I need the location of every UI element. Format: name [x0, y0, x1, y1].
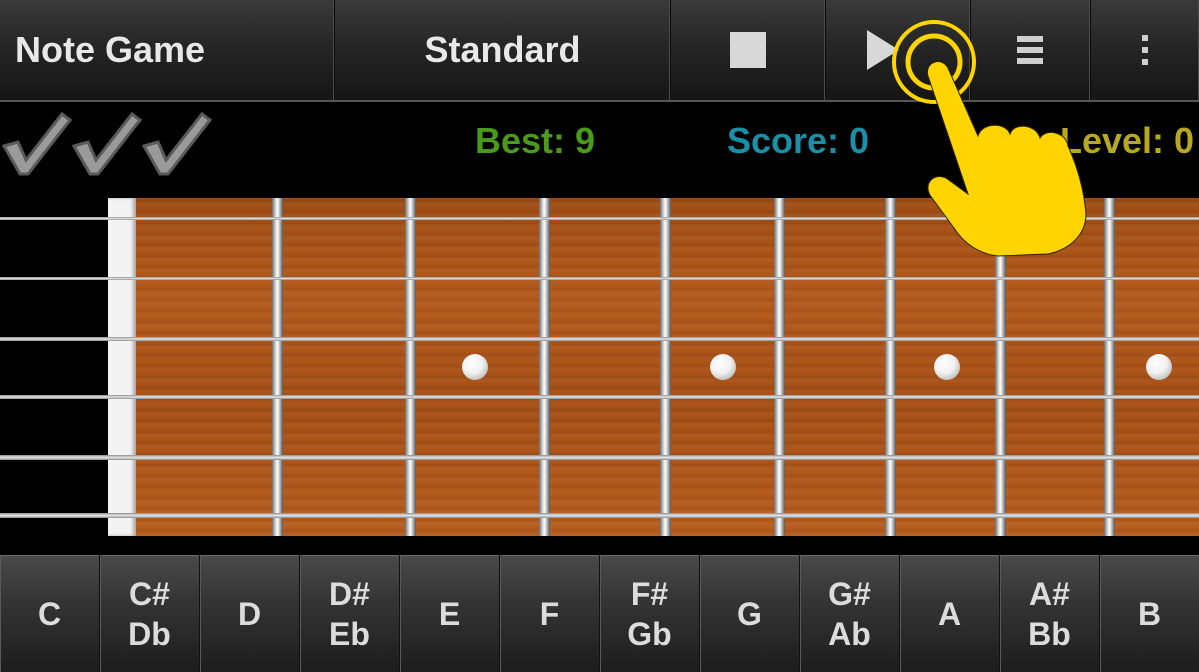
- note-label-flat: Bb: [1028, 615, 1071, 652]
- note-button-b[interactable]: B: [1100, 555, 1199, 672]
- fret-inlay-dot: [710, 354, 736, 380]
- note-label-sharp: G#: [828, 575, 871, 612]
- tuning-selector[interactable]: Standard: [335, 0, 671, 100]
- fret: [774, 198, 785, 536]
- note-label-flat: Db: [128, 615, 171, 652]
- fret-inlay-dot: [934, 354, 960, 380]
- tap-gesture-icon: [892, 20, 1087, 257]
- note-label: E: [438, 595, 461, 632]
- note-label-sharp: C#: [129, 575, 170, 612]
- note-button-row: C C# Db D D# Eb E F F# Gb G G# Ab A A# Bb B: [0, 555, 1199, 672]
- guitar-string: [0, 337, 1199, 341]
- overflow-menu-icon: [1141, 35, 1148, 65]
- checkmark-icon: [71, 111, 143, 176]
- note-button-g[interactable]: G: [700, 555, 800, 672]
- checkmark-icon: [141, 111, 213, 176]
- guitar-string: [0, 513, 1199, 518]
- fret: [405, 198, 416, 536]
- checkmark-icon: [1, 111, 73, 176]
- fret-inlay-dot: [462, 354, 488, 380]
- fret: [272, 198, 283, 536]
- note-label-sharp: F#: [630, 575, 669, 612]
- stop-icon: [729, 32, 766, 68]
- fret-inlay-dot: [1146, 354, 1172, 380]
- note-label-flat: Gb: [627, 615, 672, 652]
- note-label-flat: Eb: [329, 615, 370, 652]
- fret: [660, 198, 671, 536]
- streak-checkmarks: [1, 111, 213, 176]
- current-score: Score: 0: [727, 120, 870, 161]
- note-button-c[interactable]: C: [0, 555, 100, 672]
- note-button-f[interactable]: F: [500, 555, 600, 672]
- note-label: B: [1137, 595, 1162, 632]
- nut: [108, 198, 136, 536]
- note-label: G: [737, 595, 762, 632]
- note-button-c-sharp[interactable]: C# Db: [100, 555, 200, 672]
- note-button-a-sharp[interactable]: A# Bb: [1000, 555, 1100, 672]
- note-label: C: [37, 595, 62, 632]
- app-title: Note Game: [0, 0, 335, 100]
- note-label: D: [237, 595, 262, 632]
- guitar-string: [0, 277, 1199, 280]
- guitar-string: [0, 455, 1199, 460]
- note-label-sharp: D#: [329, 575, 370, 612]
- note-button-f-sharp[interactable]: F# Gb: [600, 555, 700, 672]
- note-button-g-sharp[interactable]: G# Ab: [800, 555, 900, 672]
- note-label: A: [937, 595, 962, 632]
- note-label-sharp: A#: [1029, 575, 1070, 612]
- note-button-a[interactable]: A: [900, 555, 1000, 672]
- note-button-d[interactable]: D: [200, 555, 300, 672]
- stop-button[interactable]: [670, 0, 826, 100]
- fret: [539, 198, 550, 536]
- note-label: F: [539, 595, 560, 632]
- note-button-d-sharp[interactable]: D# Eb: [300, 555, 400, 672]
- note-button-e[interactable]: E: [400, 555, 500, 672]
- best-score: Best: 9: [475, 120, 596, 161]
- note-label-flat: Ab: [828, 615, 871, 652]
- guitar-string: [0, 395, 1199, 399]
